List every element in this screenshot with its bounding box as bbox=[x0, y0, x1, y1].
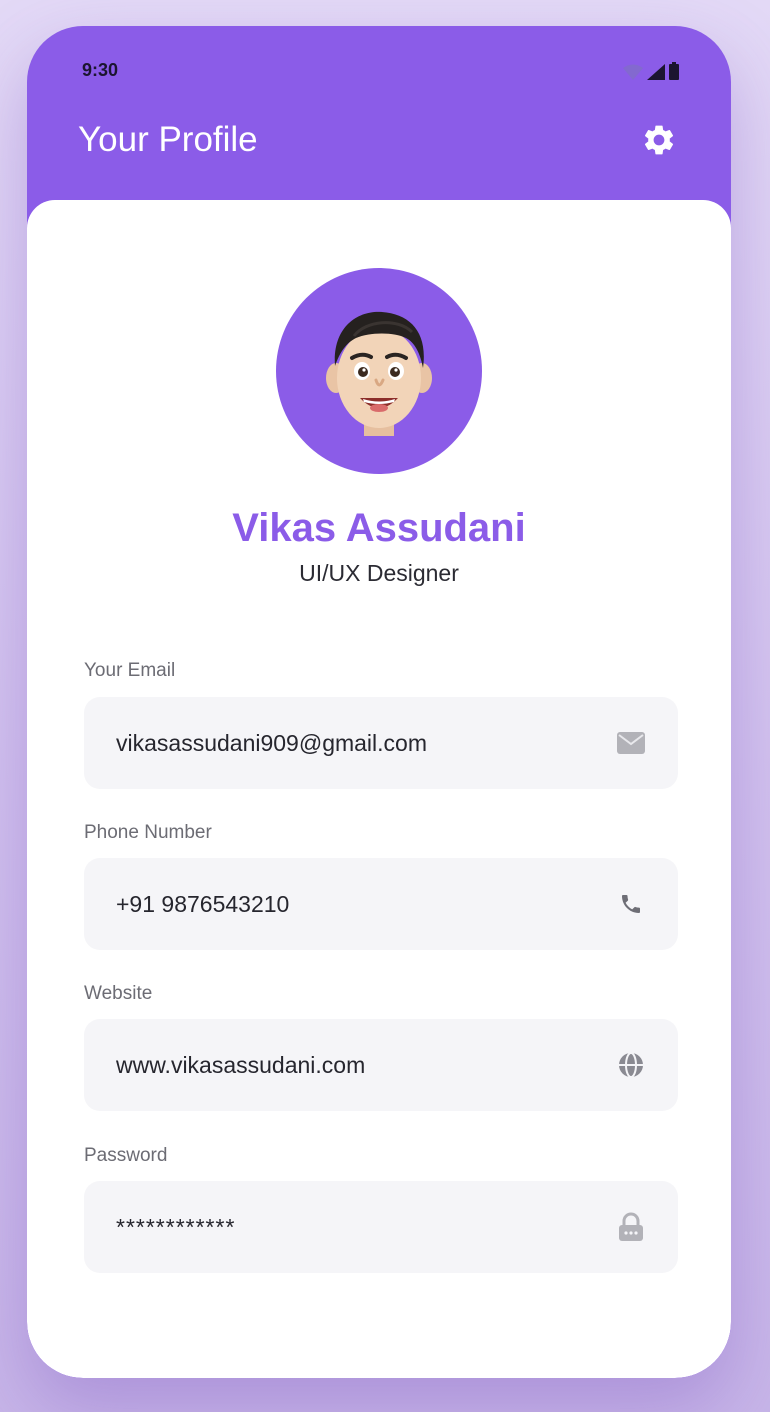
phone-field[interactable]: +91 9876543210 bbox=[84, 858, 678, 950]
email-field[interactable]: vikasassudani909@gmail.com bbox=[84, 697, 678, 789]
website-field[interactable]: www.vikasassudani.com bbox=[84, 1019, 678, 1111]
phone-value: +91 9876543210 bbox=[116, 890, 290, 917]
website-label: Website bbox=[84, 983, 153, 1004]
password-value: ************ bbox=[116, 1213, 236, 1240]
password-field[interactable]: ************ bbox=[84, 1181, 678, 1273]
status-bar: 9:30 bbox=[27, 26, 731, 116]
page-title: Your Profile bbox=[78, 120, 258, 159]
battery-icon bbox=[669, 62, 679, 80]
mail-icon bbox=[616, 697, 646, 789]
signal-icon bbox=[647, 64, 665, 80]
email-label: Your Email bbox=[84, 660, 176, 681]
gear-icon bbox=[644, 125, 674, 155]
profile-name: Vikas Assudani bbox=[232, 506, 526, 550]
avatar[interactable] bbox=[276, 268, 482, 474]
profile-card: Vikas Assudani UI/UX Designer Your Email… bbox=[27, 200, 731, 1378]
phone-label: Phone Number bbox=[84, 822, 212, 843]
memoji-avatar-icon bbox=[326, 311, 432, 436]
email-value: vikasassudani909@gmail.com bbox=[116, 729, 427, 756]
phone-frame: 9:30 Your Profile Vikas Assudani UI/UX D… bbox=[27, 26, 731, 1378]
phone-icon bbox=[616, 858, 646, 950]
status-icons bbox=[623, 62, 679, 80]
lock-icon bbox=[616, 1181, 646, 1273]
globe-icon bbox=[616, 1019, 646, 1111]
status-time: 9:30 bbox=[82, 60, 119, 80]
wifi-icon bbox=[623, 64, 643, 80]
settings-button[interactable] bbox=[639, 120, 679, 160]
profile-role: UI/UX Designer bbox=[299, 560, 459, 586]
website-value: www.vikasassudani.com bbox=[116, 1051, 366, 1078]
password-label: Password bbox=[84, 1145, 168, 1166]
